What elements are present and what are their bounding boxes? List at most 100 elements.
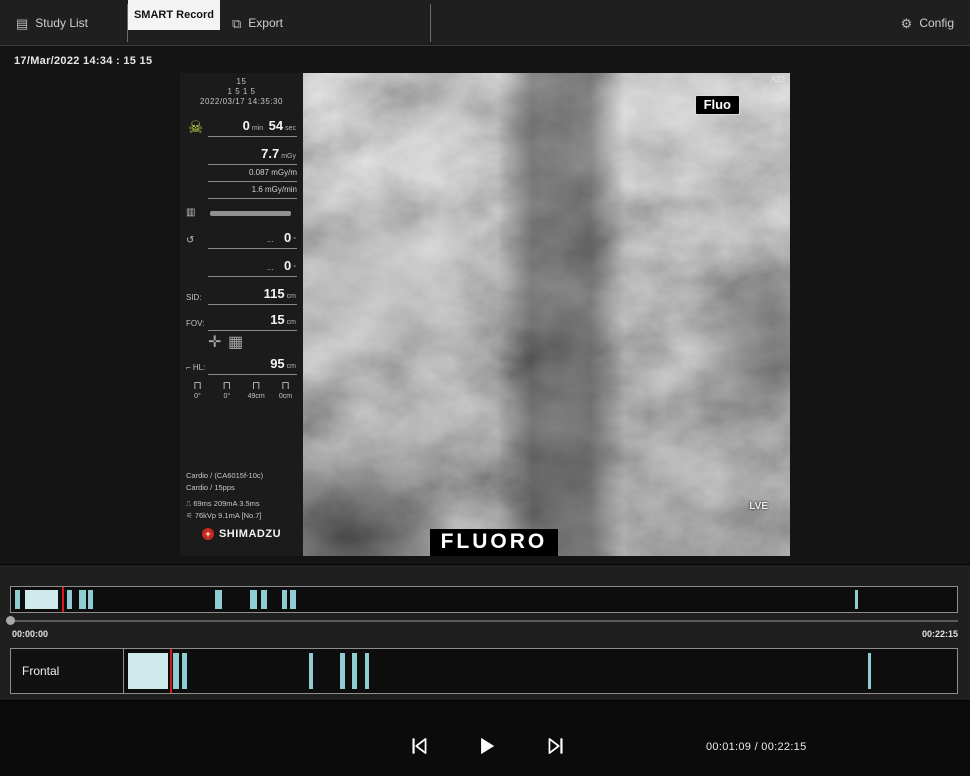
- gear-icon: ⚙: [901, 17, 913, 30]
- hl-value: 95: [270, 356, 284, 371]
- timeline-segment: [67, 590, 72, 609]
- angle1-row: ↺ ... 0°: [186, 227, 297, 249]
- timeline-segment: [128, 653, 168, 689]
- dose-value: 7.7: [261, 146, 279, 161]
- angle2-dots: ...: [267, 263, 274, 272]
- panel-datetime: 2022/03/17 14:35:30: [180, 97, 303, 106]
- fov-row: FOV: 15cm: [186, 309, 297, 331]
- lve-badge: LVE: [749, 501, 768, 512]
- play-button[interactable]: [473, 734, 499, 760]
- hl-label-text: HL:: [193, 363, 205, 372]
- rotation-icon: ↺: [186, 236, 194, 246]
- table-position-item: ⊓ 0cm: [272, 381, 299, 400]
- playhead-marker[interactable]: [62, 587, 64, 612]
- table-value: 0cm: [272, 393, 299, 400]
- angle2-unit: °: [293, 265, 296, 272]
- tab-smart-record[interactable]: SMART Record: [128, 0, 220, 30]
- smart-record-label: SMART Record: [134, 9, 214, 21]
- shimadzu-logo-icon: +: [202, 528, 214, 540]
- dose-rate2-row: 1.6 mGy/min: [186, 184, 297, 199]
- table-value: 0°: [184, 393, 211, 400]
- overview-timeline[interactable]: [10, 586, 958, 613]
- fluoro-time-sec: 54: [269, 118, 283, 133]
- timeline-segment: [173, 653, 179, 689]
- table-position-item: ⊓ 0°: [213, 381, 240, 400]
- grid-icon: ▦: [228, 335, 243, 351]
- angle2-value: 0: [284, 258, 291, 273]
- study-list-label: Study List: [35, 16, 88, 30]
- transport-bar: 00:01:09 / 00:22:15: [0, 700, 970, 776]
- brand-name: SHIMADZU: [219, 528, 281, 540]
- scrubber-handle[interactable]: [6, 616, 15, 625]
- fluoro-time-min: 0: [243, 118, 250, 133]
- xray-params2: ⚟ 76kVp 9.1mA [No.7]: [186, 511, 299, 520]
- table-position-item: ⊓ 49cm: [243, 381, 270, 400]
- angle2-row: ... 0°: [186, 255, 297, 277]
- timeline-segment: [261, 590, 268, 609]
- export-button[interactable]: ⧉ Export: [232, 0, 283, 46]
- skip-to-end-button[interactable]: [543, 734, 569, 760]
- playhead-marker[interactable]: [170, 649, 172, 693]
- timeline-segment: [215, 590, 222, 609]
- skip-to-start-button[interactable]: [406, 734, 432, 760]
- hl-label: ⌐ HL:: [186, 363, 205, 372]
- timeline-segment: [855, 590, 858, 609]
- xray-params2-text: 76kVp 9.1mA [No.7]: [195, 511, 262, 520]
- timeline-end-label: 00:22:15: [922, 629, 958, 639]
- study-image: 15 1 5 1 5 2022/03/17 14:35:30 ☠ 0min 54…: [180, 73, 790, 556]
- frontal-label: Frontal: [11, 649, 124, 693]
- program-line1: Cardio / (CA6015f-10c): [186, 471, 299, 480]
- frontal-track: [125, 649, 957, 693]
- play-icon: [474, 734, 498, 758]
- timeline-start-label: 00:00:00: [12, 629, 48, 639]
- program-line2: Cardio / 15pps: [186, 483, 299, 492]
- xray-image: A22 Fluo LVE FLUORO: [303, 73, 790, 556]
- table-value: 49cm: [243, 393, 270, 400]
- scrubber-line[interactable]: [10, 620, 958, 622]
- sid-label: SID:: [186, 293, 202, 302]
- dose-unit: mGy: [281, 153, 296, 160]
- config-label: Config: [919, 16, 954, 30]
- timeline-segment: [15, 590, 21, 609]
- table-position-row: ⊓ 0° ⊓ 0° ⊓ 49cm ⊓ 0cm: [184, 381, 299, 400]
- dose-rate1: 0.087 mGy/m: [249, 168, 297, 177]
- table-value: 0°: [213, 393, 240, 400]
- export-label: Export: [248, 16, 283, 30]
- timeline-segment: [352, 653, 357, 689]
- skip-start-icon: [407, 734, 431, 758]
- frontal-timeline-row[interactable]: Frontal: [10, 648, 958, 694]
- angle1-dots: ...: [267, 235, 274, 244]
- top-toolbar: ▤ Study List SMART Record ⧉ Export ⚙ Con…: [0, 0, 970, 46]
- tube-icon: ⚟: [186, 511, 195, 520]
- table-icon: ⊓: [272, 381, 299, 392]
- skip-end-icon: [544, 734, 568, 758]
- sid-row: SID: 115cm: [186, 283, 297, 305]
- timeline-segment: [309, 653, 313, 689]
- xray-params1: ⎍ 69ms 209mA 3.5ms: [186, 499, 299, 508]
- timeline-segment: [25, 590, 58, 609]
- fluo-badge: Fluo: [695, 95, 740, 115]
- study-list-button[interactable]: ▤ Study List: [16, 0, 88, 46]
- panel-header-number: 15: [180, 77, 303, 86]
- smart-record-app: ▤ Study List SMART Record ⧉ Export ⚙ Con…: [0, 0, 970, 776]
- table-icon: ⊓: [213, 381, 240, 392]
- fov-unit: cm: [287, 319, 296, 326]
- sid-value: 115: [264, 286, 285, 301]
- brand-row: + SHIMADZU: [180, 528, 303, 540]
- timeline-segment: [290, 590, 296, 609]
- fluoro-time-row: 0min 54sec: [186, 115, 297, 137]
- crosshair-icon: ✛: [208, 335, 221, 351]
- timeline-zone: 00:00:00 00:22:15 Frontal: [0, 564, 970, 700]
- panel-header-numbers: 1 5 1 5: [180, 87, 303, 96]
- collimator-slider[interactable]: [210, 211, 291, 216]
- corner-label: A22: [771, 75, 785, 84]
- timeline-segment: [250, 590, 257, 609]
- config-button[interactable]: ⚙ Config: [901, 0, 954, 46]
- sid-unit: cm: [287, 293, 296, 300]
- toolbar-divider: [430, 4, 431, 42]
- timeline-segment: [365, 653, 368, 689]
- xray-params1-text: 69ms 209mA 3.5ms: [193, 499, 259, 508]
- timeline-segment: [88, 590, 94, 609]
- timeline-segment: [182, 653, 188, 689]
- timeline-segment: [868, 653, 871, 689]
